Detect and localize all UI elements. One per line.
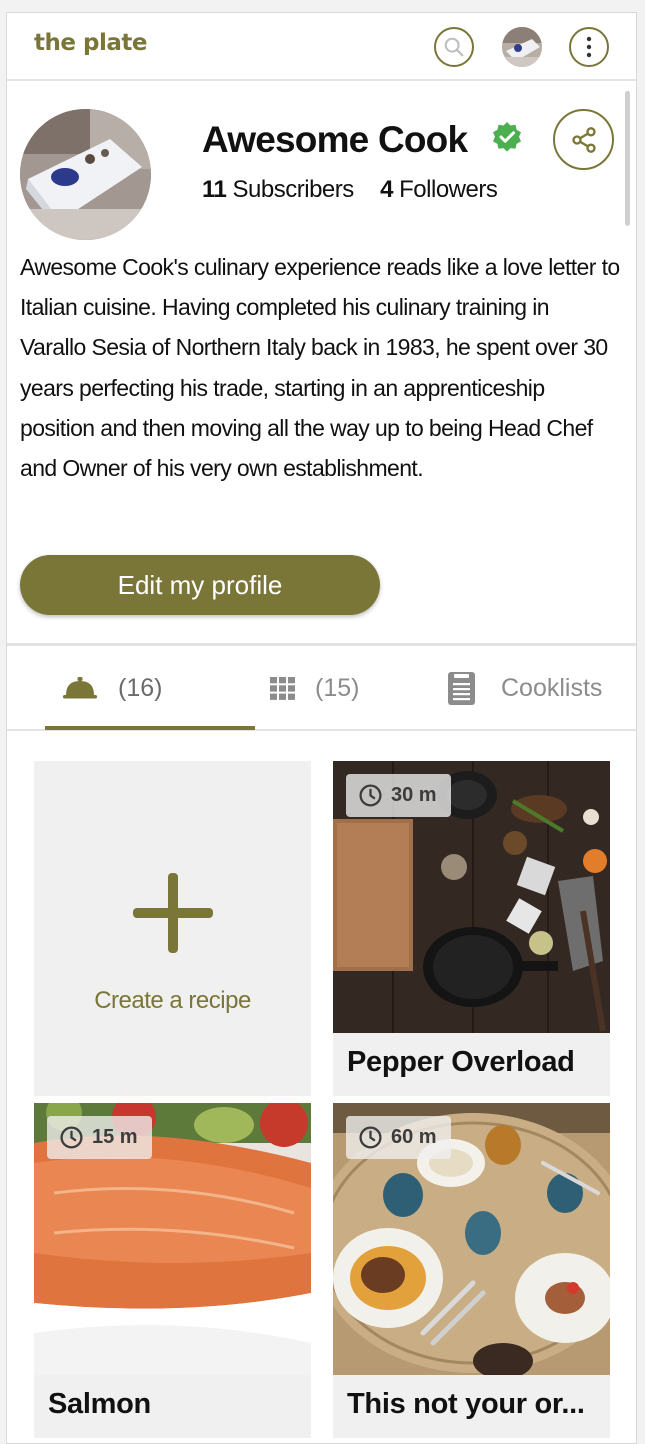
active-tab-indicator xyxy=(45,726,255,730)
user-avatar[interactable] xyxy=(502,27,542,67)
subscribers-count: 11 xyxy=(202,176,227,203)
create-recipe-label: Create a recipe xyxy=(94,987,251,1014)
verified-badge-icon xyxy=(493,122,521,152)
scrollbar-thumb[interactable] xyxy=(625,91,630,226)
tab-grid[interactable]: (15) xyxy=(270,646,359,730)
tab-cooklists[interactable]: Cooklists xyxy=(448,646,602,730)
recipe-title: This not your or... xyxy=(347,1388,585,1420)
profile-name: Awesome Cook xyxy=(202,119,468,160)
profile-avatar xyxy=(20,109,151,240)
grid-icon xyxy=(270,676,295,700)
avatar-photo xyxy=(502,27,542,67)
followers-label[interactable]: Followers xyxy=(399,176,498,203)
top-bar: the plate xyxy=(7,13,636,81)
recipe-title: Salmon xyxy=(48,1388,151,1420)
cloche-icon xyxy=(63,677,97,699)
tab-recipes[interactable]: (16) xyxy=(45,646,255,730)
more-options-button[interactable] xyxy=(569,27,609,67)
recipe-card[interactable]: 15 m Salmon xyxy=(34,1103,311,1438)
recipe-grid: Create a recipe 30 m Pepper Overload 15 … xyxy=(7,731,636,1443)
recipe-card[interactable]: 60 m This not your or... xyxy=(333,1103,610,1438)
share-icon xyxy=(571,126,596,153)
recipe-time: 60 m xyxy=(391,1126,437,1148)
create-recipe-card[interactable]: Create a recipe xyxy=(34,761,311,1096)
tab-cooklists-label: Cooklists xyxy=(501,673,603,702)
tab-recipes-count: (16) xyxy=(118,673,163,702)
notepad-icon xyxy=(448,671,475,705)
recipe-time: 15 m xyxy=(92,1126,138,1148)
clock-icon xyxy=(359,784,382,807)
time-badge: 30 m xyxy=(346,774,451,817)
profile-photo xyxy=(20,109,151,240)
profile-tabs: (16) (15) Cooklists xyxy=(7,643,636,731)
followers-count: 4 xyxy=(380,176,393,203)
recipe-time: 30 m xyxy=(391,784,437,806)
profile-section: Awesome Cook 11 Subscribers 4 Followers … xyxy=(7,83,636,643)
share-button[interactable] xyxy=(553,109,614,170)
profile-bio: Awesome Cook's culinary experience reads… xyxy=(20,254,620,482)
profile-stats: 11 Subscribers 4 Followers xyxy=(202,176,498,204)
clock-icon xyxy=(359,1126,382,1149)
time-badge: 60 m xyxy=(346,1116,451,1159)
recipe-card[interactable]: 30 m Pepper Overload xyxy=(333,761,610,1096)
tab-grid-count: (15) xyxy=(315,673,360,702)
more-vertical-icon xyxy=(586,36,592,58)
recipe-title: Pepper Overload xyxy=(347,1046,575,1078)
edit-profile-button[interactable]: Edit my profile xyxy=(20,555,380,615)
app-logo[interactable]: the plate xyxy=(34,30,147,56)
subscribers-label[interactable]: Subscribers xyxy=(233,176,355,203)
search-button[interactable] xyxy=(434,27,474,67)
plus-icon xyxy=(132,873,213,953)
app-frame: the plate Awesome Cook 11 Subscribers 4 … xyxy=(6,12,637,1444)
clock-icon xyxy=(60,1126,83,1149)
search-icon xyxy=(444,37,464,57)
time-badge: 15 m xyxy=(47,1116,152,1159)
